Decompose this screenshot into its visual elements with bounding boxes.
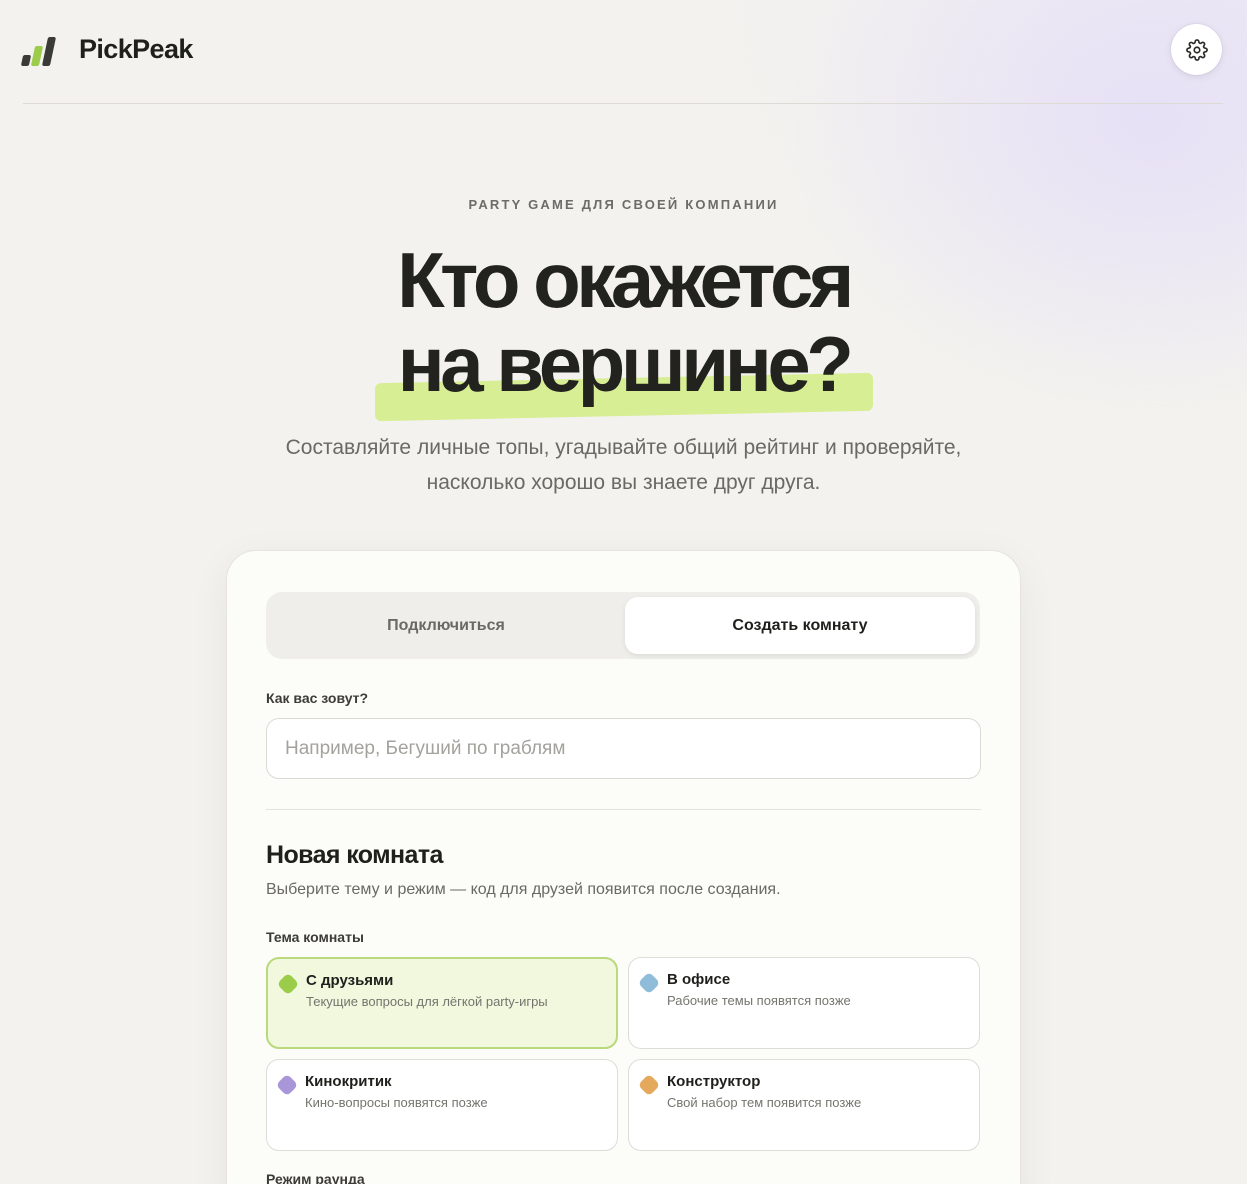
- hero-title-line2: на вершине?: [397, 320, 854, 408]
- theme-dot-icon: [276, 972, 300, 996]
- theme-desc: Текущие вопросы для лёгкой party-игры: [306, 994, 548, 1009]
- room-subtitle: Выберите тему и режим — код для друзей п…: [266, 881, 781, 898]
- theme-option-movie-critic[interactable]: Кинокритик Кино-вопросы появятся позже: [266, 1059, 618, 1151]
- hero-subtitle-line2: насколько хорошо вы знаете друг друга.: [426, 471, 821, 494]
- theme-desc: Свой набор тем появится позже: [667, 1095, 862, 1110]
- mode-tabs: Подключиться Создать комнату: [266, 592, 980, 659]
- hero-title-line1: Кто окажется: [397, 236, 854, 324]
- gear-icon: [1185, 38, 1208, 61]
- logo-bar-short: [20, 55, 32, 66]
- hero-subtitle-line1: Составляйте личные топы, угадывайте общи…: [285, 436, 962, 459]
- header: PickPeak: [0, 0, 1247, 104]
- name-input[interactable]: [266, 718, 981, 779]
- tab-create-room[interactable]: Создать комнату: [625, 597, 975, 654]
- theme-dot-icon: [637, 971, 661, 995]
- theme-name: В офисе: [667, 971, 731, 988]
- header-divider: [23, 103, 1223, 104]
- theme-name: Кинокритик: [305, 1073, 392, 1090]
- theme-desc: Кино-вопросы появятся позже: [305, 1095, 488, 1110]
- brand-name[interactable]: PickPeak: [79, 34, 193, 65]
- theme-option-office[interactable]: В офисе Рабочие темы появятся позже: [628, 957, 980, 1049]
- theme-label: Тема комнаты: [266, 929, 364, 945]
- theme-dot-icon: [637, 1073, 661, 1097]
- settings-button[interactable]: [1171, 24, 1222, 75]
- hero-eyebrow: PARTY GAME ДЛЯ СВОЕЙ КОМПАНИИ: [468, 197, 779, 212]
- hero-subtitle: Составляйте личные топы, угадывайте общи…: [0, 430, 1247, 500]
- room-title: Новая комната: [266, 841, 443, 869]
- theme-desc: Рабочие темы появятся позже: [667, 993, 851, 1008]
- round-mode-label: Режим раунда: [266, 1171, 365, 1184]
- logo-bar-mid: [30, 46, 44, 66]
- name-label: Как вас зовут?: [266, 690, 369, 706]
- logo-bar-tall: [41, 37, 57, 66]
- hero-title: Кто окажется на вершине?: [0, 238, 1247, 406]
- theme-dot-icon: [275, 1073, 299, 1097]
- tab-join[interactable]: Подключиться: [271, 597, 621, 654]
- theme-name: С друзьями: [306, 972, 394, 989]
- theme-option-friends[interactable]: С друзьями Текущие вопросы для лёгкой pa…: [266, 957, 618, 1049]
- theme-name: Конструктор: [667, 1073, 761, 1090]
- card-divider: [266, 809, 981, 810]
- logo-bars-icon[interactable]: [20, 36, 57, 66]
- theme-option-constructor[interactable]: Конструктор Свой набор тем появится позж…: [628, 1059, 980, 1151]
- room-card: Подключиться Создать комнату Как вас зов…: [226, 550, 1021, 1184]
